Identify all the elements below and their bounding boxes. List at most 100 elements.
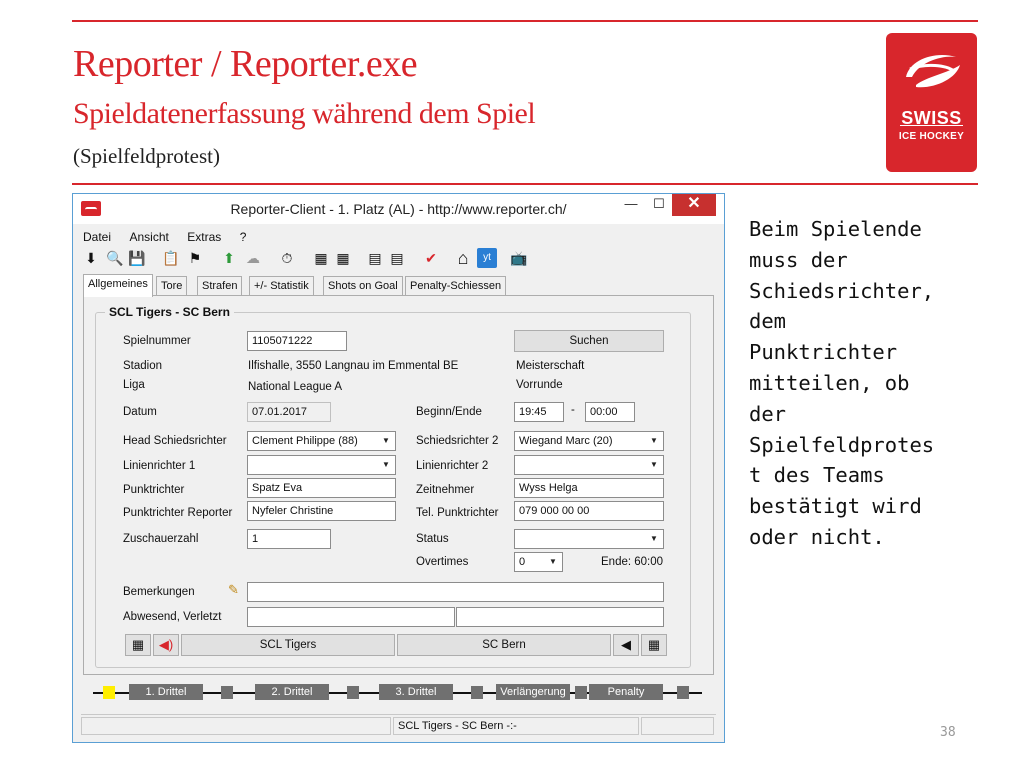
zeitnehmer-input[interactable]: Wyss Helga	[514, 478, 664, 498]
tab-strafen[interactable]: Strafen	[197, 276, 243, 296]
upload-icon[interactable]: ⬆	[219, 248, 239, 268]
menu-datei[interactable]: Datei	[83, 230, 111, 244]
window-titlebar[interactable]: Reporter-Client - 1. Platz (AL) - http:/…	[73, 194, 724, 224]
players-home-icon[interactable]: ▦	[311, 248, 331, 268]
spielnummer-input[interactable]: 1105071222	[247, 331, 347, 351]
game-title: SCL Tigers - SC Bern	[105, 305, 234, 319]
punktrichter-reporter-input[interactable]: Nyfeler Christine	[247, 501, 396, 521]
slide-note: (Spielfeldprotest)	[73, 144, 220, 168]
status-cell-right	[641, 717, 714, 735]
meisterschaft-value: Meisterschaft	[516, 360, 585, 372]
slide-subtitle: Spieldatenerfassung während dem Spiel	[73, 97, 536, 130]
abwesend-away-input[interactable]	[456, 607, 664, 627]
home-horn-icon[interactable]: ◀)	[153, 634, 179, 656]
swoosh-icon	[906, 55, 960, 88]
overtimes-value: 0	[519, 556, 526, 568]
head-schiedsrichter-value: Clement Philippe (88)	[252, 435, 358, 447]
suchen-button[interactable]: Suchen	[514, 330, 664, 352]
save-icon[interactable]: 💾	[127, 248, 147, 268]
slide-title: Reporter / Reporter.exe	[73, 43, 418, 85]
home-icon[interactable]: ⌂	[453, 248, 473, 268]
tab-statistik[interactable]: +/- Statistik	[249, 276, 314, 296]
status-cell-left	[81, 717, 391, 735]
search-icon[interactable]: 🔍	[105, 248, 125, 268]
tv-icon[interactable]: 📺	[509, 248, 529, 268]
schiedsrichter-2-select[interactable]: Wiegand Marc (20) ▼	[514, 431, 664, 451]
vorrunde-value: Vorrunde	[516, 379, 563, 391]
beginn-input[interactable]: 19:45	[514, 402, 564, 422]
youtube-icon[interactable]: yt	[477, 248, 497, 268]
menu-bar: Datei Ansicht Extras ?	[83, 228, 260, 246]
status-select[interactable]: ▼	[514, 529, 664, 549]
phase-3-drittel[interactable]: 3. Drittel	[379, 684, 453, 700]
phase-2-drittel[interactable]: 2. Drittel	[255, 684, 329, 700]
abwesend-home-input[interactable]	[247, 607, 455, 627]
tab-allgemeines[interactable]: Allgemeines	[83, 274, 153, 297]
away-team-button[interactable]: SC Bern	[397, 634, 611, 656]
phase-break-3[interactable]	[471, 686, 483, 699]
schiedsrichter-2-label: Schiedsrichter 2	[416, 435, 499, 447]
away-horn-icon[interactable]: ◀	[613, 634, 639, 656]
ende-input[interactable]: 00:00	[585, 402, 635, 422]
head-schiedsrichter-select[interactable]: Clement Philippe (88) ▼	[247, 431, 396, 451]
punktrichter-input[interactable]: Spatz Eva	[247, 478, 396, 498]
clipboard-icon[interactable]: 📋	[161, 248, 181, 268]
time-dash: -	[571, 404, 575, 416]
chevron-down-icon: ▼	[549, 557, 557, 566]
home-team-button[interactable]: SCL Tigers	[181, 634, 395, 656]
tel-punktrichter-input[interactable]: 079 000 00 00	[514, 501, 664, 521]
check-icon[interactable]: ✔	[421, 248, 441, 268]
current-phase-marker[interactable]	[103, 686, 115, 699]
overtimes-select[interactable]: 0 ▼	[514, 552, 563, 572]
phase-1-drittel[interactable]: 1. Drittel	[129, 684, 203, 700]
tab-shots-on-goal[interactable]: Shots on Goal	[323, 276, 403, 296]
zuschauerzahl-input[interactable]: 1	[247, 529, 331, 549]
stopwatch-icon[interactable]: ⏱	[277, 248, 297, 268]
close-button[interactable]: ✕	[672, 194, 716, 216]
menu-extras[interactable]: Extras	[187, 230, 221, 244]
minimize-button[interactable]: —	[618, 194, 644, 216]
status-bar: SCL Tigers - SC Bern -:-	[81, 714, 716, 735]
logo-text-ice-hockey: ICE HOCKEY	[898, 131, 965, 142]
linienrichter-1-label: Linienrichter 1	[123, 460, 196, 472]
schiedsrichter-2-value: Wiegand Marc (20)	[519, 435, 613, 447]
edit-note-icon[interactable]: ✎	[228, 582, 244, 598]
page-number: 38	[940, 725, 956, 740]
phase-penalty[interactable]: Penalty	[589, 684, 663, 700]
abwesend-verletzt-label: Abwesend, Verletzt	[123, 611, 222, 623]
cloud-icon[interactable]: ☁	[243, 248, 263, 268]
home-lineup-calendar-icon[interactable]: ▦	[125, 634, 151, 656]
menu-help[interactable]: ?	[240, 230, 247, 244]
logo-divider	[900, 125, 963, 126]
players-away-icon[interactable]: ▦	[333, 248, 353, 268]
phase-break-2[interactable]	[347, 686, 359, 699]
lineup-home-icon[interactable]: ▤	[365, 248, 385, 268]
score-status: SCL Tigers - SC Bern -:-	[393, 717, 639, 735]
datum-field[interactable]: 07.01.2017	[247, 402, 331, 422]
reporter-client-window: Reporter-Client - 1. Platz (AL) - http:/…	[72, 193, 725, 743]
download-icon[interactable]: ⬇	[81, 248, 101, 268]
lineup-away-icon[interactable]: ▤	[387, 248, 407, 268]
zeitnehmer-label: Zeitnehmer	[416, 484, 475, 496]
bemerkungen-input[interactable]	[247, 582, 664, 602]
tel-punktrichter-label: Tel. Punktrichter	[416, 507, 499, 519]
liga-value: National League A	[248, 381, 342, 393]
phase-break-4[interactable]	[575, 686, 587, 699]
phase-end[interactable]	[677, 686, 689, 699]
punktrichter-label: Punktrichter	[123, 484, 185, 496]
swiss-ice-hockey-logo: SWISS ICE HOCKEY	[886, 33, 977, 172]
linienrichter-2-select[interactable]: ▼	[514, 455, 664, 475]
linienrichter-2-label: Linienrichter 2	[416, 460, 489, 472]
linienrichter-1-select[interactable]: ▼	[247, 455, 396, 475]
away-lineup-calendar-icon[interactable]: ▦	[641, 634, 667, 656]
tab-penalty-schiessen[interactable]: Penalty-Schiessen	[405, 276, 507, 296]
menu-ansicht[interactable]: Ansicht	[129, 230, 168, 244]
referee-icon[interactable]: ⚑	[185, 248, 205, 268]
phase-verlaengerung[interactable]: Verlängerung	[496, 684, 570, 700]
stadion-value: Ilfishalle, 3550 Langnau im Emmental BE	[248, 360, 459, 372]
maximize-button[interactable]: ☐	[646, 194, 672, 216]
game-phase-bar: 1. Drittel 2. Drittel 3. Drittel Verläng…	[81, 682, 712, 704]
top-rule	[72, 20, 978, 22]
phase-break-1[interactable]	[221, 686, 233, 699]
tab-tore[interactable]: Tore	[156, 276, 188, 296]
